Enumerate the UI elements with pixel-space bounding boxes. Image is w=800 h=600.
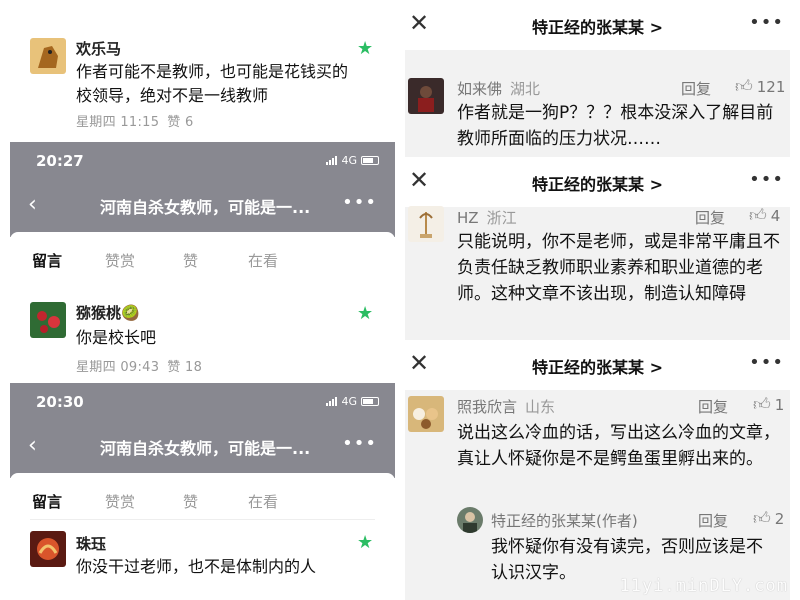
commenter-name: 欢乐马 (76, 40, 122, 58)
phone-top-bar: 20:27 4G ‹ 河南自杀女教师，可能是一... ••• (10, 142, 395, 237)
tab-rewards[interactable]: 赞赏 (105, 491, 135, 512)
divider (30, 519, 375, 520)
tab-rewards[interactable]: 赞赏 (105, 250, 135, 271)
like-count: 4 (770, 206, 781, 225)
commenter-nickname: HZ (457, 209, 479, 227)
author-avatar[interactable] (457, 507, 483, 533)
avatar[interactable] (30, 302, 66, 338)
author-reply-name: 特正经的张某某(作者) (491, 512, 638, 530)
like-button[interactable]: 👍︎ 1 (753, 394, 784, 415)
reply-button[interactable]: 回复 (681, 78, 711, 99)
avatar[interactable] (30, 38, 66, 74)
author-title[interactable]: 特正经的张某某 > (405, 354, 790, 378)
thumb-up-icon: 👍︎ (749, 206, 767, 226)
tab-watching[interactable]: 在看 (248, 491, 278, 512)
star-icon[interactable]: ★ (357, 40, 375, 58)
comment-meta: 星期四 09:43 赞 18 (76, 356, 202, 375)
status-time: 20:30 (36, 393, 84, 411)
left-screenshot-column: 欢乐马 作者可能不是教师，也可能是花钱买的校领导，绝对不是一线教师 星期四 11… (10, 0, 395, 600)
comment-date: 星期四 09:43 (76, 360, 160, 375)
like-button[interactable]: 👍︎ 121 (735, 76, 785, 97)
thumb-up-icon: 👍︎ (753, 395, 771, 415)
profile-header: ✕ 特正经的张某某 > ••• (405, 340, 790, 390)
tab-watching[interactable]: 在看 (248, 250, 278, 271)
author-title[interactable]: 特正经的张某某 > (405, 14, 790, 38)
comments-panel: 留言 赞赏 赞 在看 珠珏 你没干过老师，也不是体制内的人 ★ (10, 473, 395, 600)
comment-text: 只能说明，你不是老师，或是非常平庸且不负责任缺乏教师职业素养和职业道德的老师。这… (457, 232, 780, 304)
battery-icon (361, 397, 379, 406)
commenter-location: 浙江 (486, 209, 517, 227)
thumb-up-icon: 👍︎ (735, 77, 753, 97)
battery-icon (361, 156, 379, 165)
like-count: 1 (774, 395, 785, 414)
profile-header: ✕ 特正经的张某某 > ••• (405, 157, 790, 207)
star-icon[interactable]: ★ (357, 305, 375, 323)
back-chevron-icon[interactable]: ‹ (28, 433, 37, 458)
right-screenshot-column: ✕ 特正经的张某某 > ••• 如来佛 湖北 回复 👍︎ 121 作者就是一狗P？… (405, 0, 790, 600)
article-title: 河南自杀女教师，可能是一... (100, 198, 311, 217)
commenter-name: HZ 浙江 (457, 207, 517, 228)
like-button[interactable]: 👍︎ 4 (749, 205, 780, 226)
star-icon[interactable]: ★ (357, 534, 375, 552)
like-count: 2 (774, 509, 785, 528)
commenter-nickname: 照我欣言 (457, 398, 518, 416)
reply-button[interactable]: 回复 (698, 396, 728, 417)
reply-button[interactable]: 回复 (698, 510, 728, 531)
like-button[interactable]: 👍︎ 2 (753, 508, 784, 529)
reply-button[interactable]: 回复 (695, 207, 725, 228)
more-dots-icon[interactable]: ••• (749, 12, 784, 33)
tab-comments[interactable]: 留言 (32, 491, 62, 512)
more-dots-icon[interactable]: ••• (749, 352, 784, 373)
avatar[interactable] (408, 206, 444, 242)
profile-header: ✕ 特正经的张某某 > ••• (405, 0, 790, 50)
back-chevron-icon[interactable]: ‹ (28, 192, 37, 217)
comment-text: 说出这么冷血的话，写出这么冷血的文章，真让人怀疑你是不是鳄鱼蛋里孵出来的。 (457, 423, 780, 469)
article-title: 河南自杀女教师，可能是一... (100, 439, 311, 458)
avatar[interactable] (408, 396, 444, 432)
watermark: 11yi.minDLY.com (619, 576, 788, 596)
comment-text: 你没干过老师，也不是体制内的人 (76, 557, 317, 576)
avatar[interactable] (408, 78, 444, 114)
tab-likes[interactable]: 赞 (183, 250, 198, 271)
comment-meta: 星期四 11:15 赞 6 (76, 111, 194, 130)
comment-likes: 赞 6 (167, 115, 194, 130)
thumb-up-icon: 👍︎ (753, 509, 771, 529)
signal-icon (326, 397, 338, 406)
network-label: 4G (341, 154, 357, 167)
like-count: 121 (756, 77, 786, 96)
comments-panel: 留言 赞赏 赞 在看 猕猴桃🥝 你是校长吧 星期四 09:43 赞 18 ★ (10, 232, 395, 382)
network-label: 4G (341, 395, 357, 408)
author-title[interactable]: 特正经的张某某 > (405, 171, 790, 195)
comment-text: 作者就是一狗P？？？根本没深入了解目前教师所面临的压力状况…… (457, 103, 774, 149)
comment-card: 欢乐马 作者可能不是教师，也可能是花钱买的校领导，绝对不是一线教师 星期四 11… (10, 0, 395, 140)
comment-text: 你是校长吧 (76, 328, 157, 347)
status-icons: 4G (326, 154, 379, 167)
tab-comments[interactable]: 留言 (32, 250, 62, 271)
status-time: 20:27 (36, 152, 84, 170)
more-dots-icon[interactable]: ••• (342, 433, 377, 454)
tab-likes[interactable]: 赞 (183, 491, 198, 512)
commenter-location: 山东 (525, 398, 556, 416)
commenter-location: 湖北 (510, 80, 541, 98)
signal-icon (326, 156, 338, 165)
status-icons: 4G (326, 395, 379, 408)
comment-likes: 赞 18 (167, 360, 203, 375)
commenter-nickname: 如来佛 (457, 80, 503, 98)
commenter-name: 照我欣言 山东 (457, 396, 555, 417)
phone-top-bar: 20:30 4G ‹ 河南自杀女教师，可能是一... ••• (10, 383, 395, 478)
avatar[interactable] (30, 531, 66, 567)
commenter-name: 如来佛 湖北 (457, 78, 540, 99)
more-dots-icon[interactable]: ••• (342, 192, 377, 213)
commenter-name: 珠珏 (76, 535, 107, 553)
more-dots-icon[interactable]: ••• (749, 169, 784, 190)
comment-date: 星期四 11:15 (76, 115, 160, 130)
comment-text: 作者可能不是教师，也可能是花钱买的校领导，绝对不是一线教师 (76, 62, 349, 105)
commenter-name: 猕猴桃🥝 (76, 304, 140, 322)
